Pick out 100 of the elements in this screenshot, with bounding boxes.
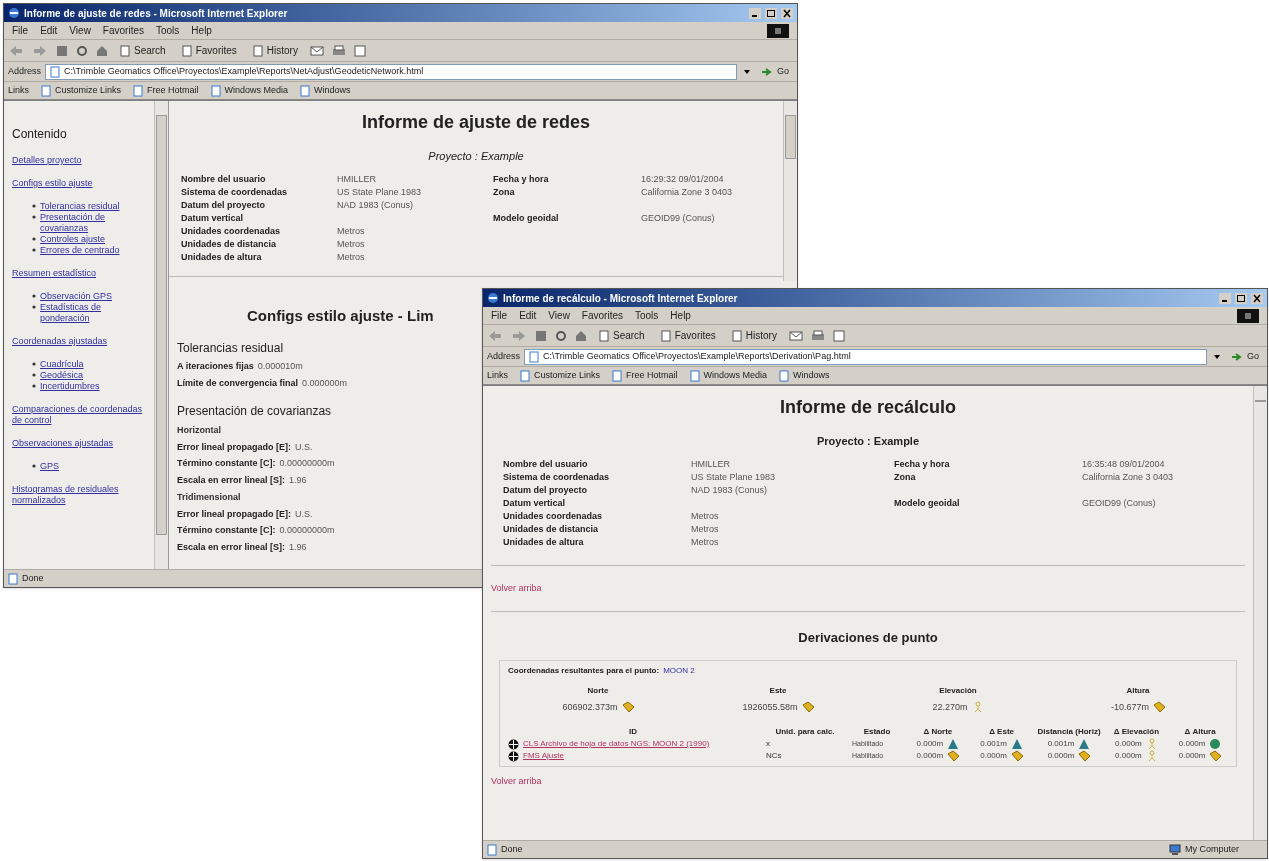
sidebar-link[interactable]: Controles ajuste: [40, 234, 106, 245]
field-value: 16:29:32 09/01/2004: [641, 172, 725, 186]
field-value: Metros: [337, 250, 366, 264]
sidebar-title: Contenido: [12, 126, 68, 143]
print-icon: [810, 329, 825, 342]
page-icon: [133, 84, 144, 97]
menu-item[interactable]: Edit: [40, 23, 58, 38]
page-icon: [529, 350, 540, 363]
back-to-top-link[interactable]: Volver arriba: [491, 775, 542, 789]
menu-item[interactable]: Edit: [519, 308, 537, 323]
sidebar-link[interactable]: Observaciones ajustadas: [12, 438, 146, 449]
field-value: 16:35:48 09/01/2004: [1082, 457, 1166, 471]
page-icon: [8, 572, 18, 585]
menu-item[interactable]: Tools: [156, 23, 180, 38]
toolbar-button[interactable]: History: [248, 43, 302, 58]
print-icon: [331, 44, 346, 57]
field-label: Zona: [493, 185, 516, 199]
maximize-icon: [765, 7, 777, 19]
table-cell: 0.000m: [1047, 750, 1075, 762]
menu-item[interactable]: Help: [670, 308, 691, 323]
menu-item[interactable]: Tools: [635, 308, 659, 323]
toolbar-button[interactable]: Favorites: [177, 43, 241, 58]
forward-arrow-icon: [511, 328, 527, 343]
sidebar-link[interactable]: GPS: [40, 461, 59, 472]
column-header: Estado: [862, 726, 892, 738]
page-icon: [252, 44, 263, 57]
tag-icon: [947, 750, 960, 762]
menu-item[interactable]: Favorites: [102, 23, 144, 38]
close-icon: [781, 7, 793, 19]
field-label: Fecha y hora: [493, 172, 550, 186]
links-bar-item[interactable]: Customize Links: [41, 83, 122, 98]
setting-value: 0.000000m: [302, 376, 348, 390]
field-value: Metros: [691, 522, 720, 536]
links-bar-item[interactable]: Free Hotmail: [612, 368, 678, 383]
field-value: HMILLER: [691, 457, 731, 471]
status-zone: My Computer: [1185, 842, 1240, 856]
refresh-icon: [76, 44, 88, 57]
links-bar-item[interactable]: Windows: [779, 368, 830, 383]
go-button[interactable]: Go: [1227, 349, 1263, 364]
toolbar-button[interactable]: Favorites: [656, 328, 720, 343]
field-value: NAD 1983 (Conus): [337, 198, 415, 212]
back-to-top-link[interactable]: Volver arriba: [491, 581, 542, 595]
address-field[interactable]: C:\Trimble Geomatics Office\Proyectos\Example\Reports\Derivation\Pag.html: [524, 348, 1207, 365]
sidebar-link[interactable]: Observación GPS: [40, 291, 113, 302]
tag-icon: [1209, 750, 1222, 762]
field-label: Datum vertical: [503, 496, 567, 510]
go-button[interactable]: Go: [757, 64, 793, 79]
column-header: Este: [769, 684, 787, 697]
table-cell: 0.001m: [1047, 738, 1075, 750]
column-header: Distancia (Horiz): [1037, 726, 1101, 738]
sidebar-link[interactable]: Coordenadas ajustadas: [12, 336, 146, 347]
menu-item[interactable]: View: [69, 23, 91, 38]
tag-icon: [1010, 750, 1023, 762]
point-link[interactable]: MOON 2: [663, 664, 695, 677]
table-cell: 0.000m: [1178, 750, 1206, 762]
sidebar-link[interactable]: Tolerancias residual: [40, 201, 120, 212]
sidebar-link[interactable]: Resumen estadístico: [12, 268, 146, 279]
setting-value: 1.96: [289, 540, 307, 554]
menu-item[interactable]: File: [491, 308, 508, 323]
field-label: Unidades de altura: [181, 250, 263, 264]
menu-item[interactable]: View: [548, 308, 570, 323]
point-source-link[interactable]: FMS Ajuste: [523, 750, 564, 762]
links-bar-item[interactable]: Customize Links: [520, 368, 601, 383]
menu-item[interactable]: File: [12, 23, 29, 38]
field-value: US State Plane 1983: [337, 185, 423, 199]
field-label: Datum vertical: [181, 211, 245, 225]
sidebar-link[interactable]: Estadísticas de ponderación: [40, 302, 146, 324]
setting-label: Término constante [C]:: [177, 524, 277, 537]
toolbar-button[interactable]: Search: [116, 43, 170, 58]
sidebar-link[interactable]: Histogramas de residuales normalizados: [12, 484, 146, 506]
links-bar-item[interactable]: Free Hotmail: [133, 83, 199, 98]
links-bar-item[interactable]: Windows: [300, 83, 351, 98]
sidebar-link[interactable]: Detalles proyecto: [12, 155, 146, 166]
links-bar-item[interactable]: Windows Media: [689, 368, 768, 383]
links-bar-item[interactable]: Windows Media: [210, 83, 289, 98]
table-cell-text: NCs: [766, 750, 783, 762]
menu-item[interactable]: Help: [191, 23, 212, 38]
sidebar-link[interactable]: Errores de centrado: [40, 245, 120, 256]
column-header: Elevación: [939, 684, 977, 697]
sidebar-link[interactable]: Presentación de covarianzas: [40, 212, 146, 234]
field-label: Nombre del usuario: [181, 172, 267, 186]
triangle-icon: [1078, 738, 1091, 750]
sidebar-link[interactable]: Incertidumbres: [40, 381, 100, 392]
toolbar-button[interactable]: History: [727, 328, 781, 343]
menu-item[interactable]: Favorites: [581, 308, 623, 323]
sidebar-link[interactable]: Configs estilo ajuste: [12, 178, 146, 189]
tag-icon: [801, 701, 814, 714]
sidebar-link[interactable]: Cuadrícula: [40, 359, 84, 370]
page-icon: [779, 369, 790, 382]
field-label: Datum del proyecto: [181, 198, 266, 212]
point-source-link[interactable]: CLS Archivo de hoja de datos NGS: MOON 2 (1990): [523, 738, 710, 750]
field-label: Unidades coordenadas: [503, 509, 604, 523]
toolbar-button[interactable]: Search: [595, 328, 649, 343]
setting-label: Error lineal propagado [E]:: [177, 507, 292, 521]
field-value: Metros: [691, 509, 720, 523]
sidebar-link[interactable]: Comparaciones de coordenadas de control: [12, 404, 146, 426]
sidebar-link[interactable]: Geodésica: [40, 370, 84, 381]
column-header: Δ Altura: [1183, 726, 1217, 738]
maximize-icon: [1235, 292, 1247, 304]
address-field[interactable]: C:\Trimble Geomatics Office\Proyectos\Example\Reports\NetAdjust\GeodeticNetwork.html: [45, 63, 737, 80]
